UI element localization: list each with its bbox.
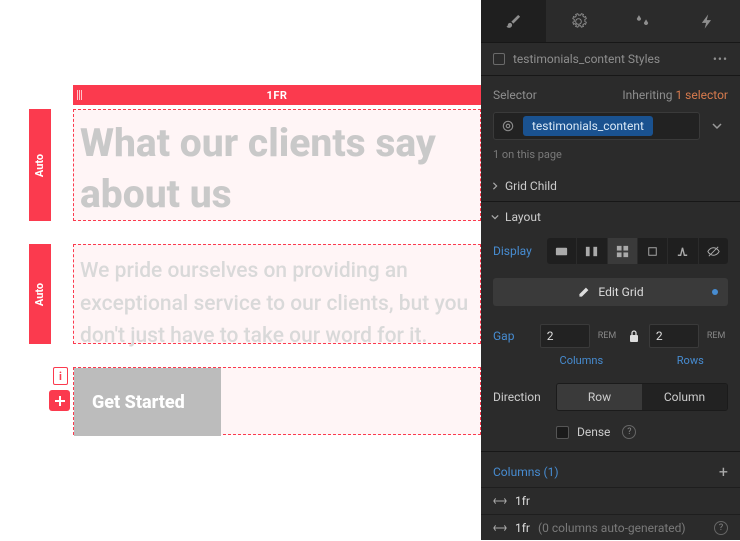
dense-help[interactable]: ? [622,425,636,439]
panel-tabs [481,0,740,43]
tab-effects[interactable] [611,0,676,42]
column-auto-help[interactable]: ? [714,521,728,535]
plus-icon [54,395,66,407]
dense-label: Dense [577,425,610,439]
add-column-button[interactable]: + [719,462,728,481]
display-grid[interactable] [608,238,638,264]
column-item-auto[interactable]: 1fr (0 columns auto-generated) ? [481,514,740,541]
gap-rows-input[interactable] [649,324,699,348]
grid-cell-button[interactable]: Get Started [73,367,481,435]
grid-cell-paragraph[interactable]: We pride ourselves on providing an excep… [73,244,481,344]
grid-cell-heading[interactable]: What our clients say about us [73,109,481,221]
inheriting-count[interactable]: 1 selector [675,88,728,102]
track-size-label: 1FR [267,89,288,102]
styles-more-icon[interactable]: ••• [713,52,728,66]
edit-grid-indicator [712,289,718,295]
tab-style[interactable] [481,0,546,42]
display-block[interactable] [547,238,577,264]
column-size-icon [493,496,507,506]
grid-column-track[interactable]: 1FR [73,85,481,105]
brush-icon [505,13,522,30]
grid-row-track-2[interactable]: Auto [29,244,51,344]
heading-text[interactable]: What our clients say about us [80,118,474,219]
selector-input-row: testimonials_content [481,108,740,144]
bolt-icon [699,13,716,30]
display-group [547,238,728,264]
gap-sublabels: Columns Rows [481,354,740,377]
section-layout[interactable]: Layout [481,202,740,232]
display-row: Display [481,232,740,270]
chevron-down-icon [712,121,722,131]
cta-button[interactable]: Get Started [74,368,221,436]
edit-grid-row: Edit Grid [481,270,740,318]
gap-rows-label: Rows [653,354,729,367]
columns-header: Columns (1) + [481,451,740,487]
design-canvas[interactable]: 1FR Auto Auto What our clients say about… [0,0,481,540]
dense-checkbox[interactable] [556,426,569,439]
add-row-button[interactable] [49,390,70,411]
pencil-icon [577,286,590,299]
display-label: Display [493,244,537,258]
grid-row-track-1[interactable]: Auto [29,109,51,221]
gap-row: Gap REM REM [481,318,740,354]
display-inline[interactable] [668,238,698,264]
gap-label: Gap [493,329,532,343]
direction-row: Direction Row Column [481,377,740,417]
gap-columns-label: Columns [544,354,620,367]
direction-label: Direction [493,390,548,404]
selector-field[interactable]: testimonials_content [493,112,700,140]
display-inline-block[interactable] [638,238,668,264]
instances-on-page: 1 on this page [481,144,740,171]
gap-lock[interactable] [627,328,641,344]
paragraph-text[interactable]: We pride ourselves on providing an excep… [80,255,474,353]
display-flex[interactable] [577,238,607,264]
target-icon[interactable] [499,117,517,135]
styles-checkbox[interactable] [493,53,505,65]
caret-right-icon [491,182,499,190]
direction-column-btn[interactable]: Column [642,384,727,410]
gap-columns-input[interactable] [540,324,590,348]
selector-chip[interactable]: testimonials_content [523,116,653,136]
gap-rows-unit[interactable]: REM [707,331,728,341]
tab-settings[interactable] [546,0,611,42]
column-size-icon [493,523,507,533]
drops-icon [634,13,651,30]
track-handle-icon[interactable] [77,89,87,101]
section-grid-child[interactable]: Grid Child [481,171,740,201]
edit-grid-button[interactable]: Edit Grid [493,278,728,306]
column-item-1[interactable]: 1fr [481,487,740,514]
caret-down-icon [491,213,499,221]
tab-interactions[interactable] [675,0,740,42]
columns-title[interactable]: Columns (1) [493,465,559,479]
styles-header-row: testimonials_content Styles ••• [481,43,740,76]
gap-columns-unit[interactable]: REM [598,331,619,341]
row-indicator[interactable]: i [53,367,68,385]
selector-dropdown[interactable] [706,112,728,140]
selector-header: Selector Inheriting 1 selector [481,76,740,108]
dense-row: Dense ? [481,417,740,451]
lock-icon [628,329,640,343]
gear-icon [570,13,587,30]
selector-label: Selector [493,88,537,102]
display-none[interactable] [699,238,728,264]
style-panel: testimonials_content Styles ••• Selector… [481,0,740,540]
styles-label: testimonials_content Styles [513,52,660,66]
direction-row-btn[interactable]: Row [557,384,642,410]
